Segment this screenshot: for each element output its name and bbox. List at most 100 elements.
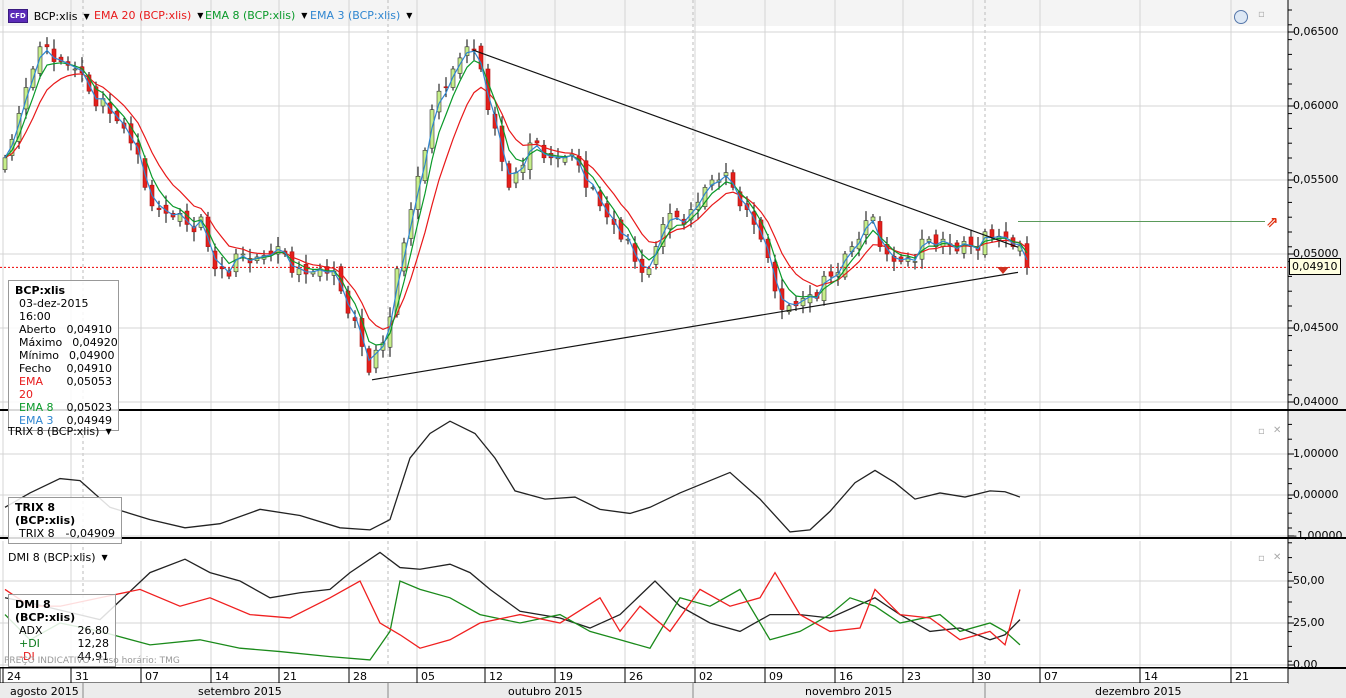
info-row-label: Aberto — [19, 323, 56, 336]
chevron-down-icon[interactable]: ▼ — [301, 11, 307, 20]
date-tick-label: 09 — [769, 670, 783, 683]
date-tick-label: 23 — [907, 670, 921, 683]
candle — [2, 157, 8, 170]
month-label: agosto 2015 — [10, 685, 79, 698]
dmi-title-label: DMI 8 (BCP:xlis) — [8, 551, 96, 564]
clock-icon[interactable] — [1234, 10, 1248, 24]
ema8-selector[interactable]: EMA 8 (BCP:xlis) ▼ — [205, 9, 307, 22]
chevron-down-icon[interactable]: ▼ — [83, 12, 89, 21]
candle — [240, 253, 246, 256]
price-alert-icon[interactable]: ⇗ — [1266, 213, 1279, 231]
date-tick-label: 19 — [559, 670, 573, 683]
info-row-label: EMA 20 — [19, 375, 43, 401]
month-label: novembro 2015 — [805, 685, 893, 698]
info-row-label: Mínimo — [19, 349, 60, 362]
candle — [51, 48, 57, 62]
dmi-box-title: DMI 8 (BCP:xlis) — [15, 598, 76, 624]
ema3-selector[interactable]: EMA 3 (BCP:xlis) ▼ — [310, 9, 412, 22]
footer: PREÇO INDICATIVO Fuso horário: TMG — [4, 656, 180, 666]
trix-info-box: TRIX 8 (BCP:xlis) TRIX 8 -0,04909 — [8, 497, 122, 544]
date-tick-label: 21 — [1235, 670, 1249, 683]
y-tick-label: 0,04500 — [1293, 321, 1339, 334]
month-label: dezembro 2015 — [1095, 685, 1182, 698]
y-tick-label: 1,00000 — [1293, 447, 1339, 460]
info-row-value: 0,04900 — [69, 349, 115, 362]
info-row-value: 0,05023 — [66, 401, 113, 414]
date-tick-label: 31 — [75, 670, 89, 683]
info-row-label: Fecho — [19, 362, 52, 375]
date-tick-label: 16 — [839, 670, 853, 683]
timezone-note: Fuso horário: TMG — [98, 656, 180, 666]
info-row-label: Máximo — [19, 336, 63, 349]
chevron-down-icon[interactable]: ▼ — [102, 553, 108, 562]
candle — [72, 68, 78, 71]
chart-canvas[interactable] — [0, 0, 1346, 698]
candle — [912, 261, 918, 263]
info-row: EMA 20 0,05053 — [15, 375, 112, 401]
y-tick-label: 0,06000 — [1293, 99, 1339, 112]
candle — [303, 264, 309, 275]
y-tick-label: 25,00 — [1293, 616, 1325, 629]
y-tick-label: 0,06500 — [1293, 25, 1339, 38]
info-row-value: 0,04910 — [66, 323, 113, 336]
date-tick-label: 02 — [699, 670, 713, 683]
ema20-selector[interactable]: EMA 20 (BCP:xlis) ▼ — [94, 9, 203, 22]
cfd-badge-icon: CFD — [8, 9, 28, 23]
info-row: Aberto 0,04910 — [15, 323, 112, 336]
date-tick-label: 26 — [629, 670, 643, 683]
chevron-down-icon[interactable]: ▼ — [105, 427, 111, 436]
info-row-value: 12,28 — [77, 637, 110, 650]
info-row: Fecho 0,04910 — [15, 362, 112, 375]
indicative-price-note: PREÇO INDICATIVO — [4, 656, 90, 666]
current-price-tag: 0,04910 — [1289, 258, 1341, 275]
ohlc-info-box: BCP:xlis 03-dez-2015 16:00 Aberto 0,04910… — [8, 280, 119, 431]
chevron-down-icon[interactable]: ▼ — [197, 11, 203, 20]
maximize-icon[interactable]: ▫ — [1258, 9, 1265, 20]
candle — [989, 229, 995, 239]
ema8-line — [4, 59, 1028, 346]
close-icon[interactable]: ✕ — [1273, 552, 1281, 563]
close-icon[interactable]: ✕ — [1273, 425, 1281, 436]
date-tick-label: 14 — [215, 670, 229, 683]
candle — [674, 210, 680, 218]
y-tick-label: 0,00 — [1293, 658, 1318, 671]
info-row-label: +DI — [19, 637, 40, 650]
dmi-line-di — [4, 580, 1021, 661]
y-tick-label: -1,00000 — [1293, 529, 1343, 542]
maximize-icon[interactable]: ▫ — [1258, 426, 1265, 437]
marker-down-icon — [997, 267, 1009, 274]
candle — [961, 241, 967, 254]
info-row-value: 0,04920 — [72, 336, 118, 349]
dmi-title[interactable]: DMI 8 (BCP:xlis) ▼ — [8, 551, 108, 564]
date-tick-label: 14 — [1144, 670, 1158, 683]
y-tick-label: 0,04000 — [1293, 395, 1339, 408]
y-tick-label: 0,05500 — [1293, 173, 1339, 186]
date-tick-label: 24 — [7, 670, 21, 683]
candle — [646, 268, 652, 276]
candle — [44, 44, 50, 48]
candle — [443, 86, 449, 89]
info-row-value: 26,80 — [77, 624, 110, 637]
date-tick-label: 12 — [489, 670, 503, 683]
symbol-selector[interactable]: CFD BCP:xlis ▼ — [8, 9, 90, 23]
chevron-down-icon[interactable]: ▼ — [406, 11, 412, 20]
trix-line — [4, 420, 1021, 533]
info-row: ADX 26,80 — [15, 624, 109, 637]
info-row-value: 0,04910 — [66, 362, 113, 375]
date-tick-label: 30 — [977, 670, 991, 683]
symbol-label: BCP:xlis — [33, 9, 78, 23]
date-tick-label: 07 — [1044, 670, 1058, 683]
trix-title[interactable]: TRIX 8 (BCP:xlis) ▼ — [8, 425, 112, 438]
info-row: Mínimo 0,04900 — [15, 349, 115, 362]
candle — [296, 268, 302, 276]
info-row: +DI 12,28 — [15, 637, 109, 650]
maximize-icon[interactable]: ▫ — [1258, 553, 1265, 564]
trix-value: -0,04909 — [65, 527, 115, 540]
candle — [156, 207, 162, 210]
info-row-label: EMA 8 — [19, 401, 54, 414]
info-row-label: ADX — [19, 624, 43, 637]
y-tick-label: 0,00000 — [1293, 488, 1339, 501]
trix-label: TRIX 8 — [19, 527, 55, 540]
info-row-value: 0,05053 — [66, 375, 113, 388]
ema20-label: EMA 20 (BCP:xlis) — [94, 9, 192, 22]
